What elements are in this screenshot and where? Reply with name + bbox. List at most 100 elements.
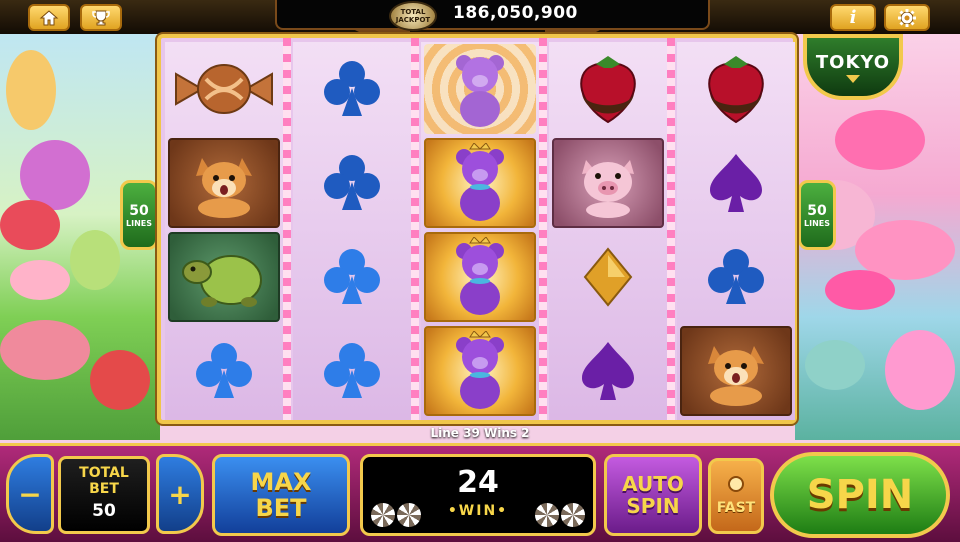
fast-toggle-button[interactable]: FAST — [708, 458, 764, 534]
bear-tile-gold — [424, 326, 536, 416]
reel-divider — [283, 38, 291, 420]
lines-count-right: 50 — [807, 202, 827, 219]
reel-2 — [293, 42, 411, 420]
reel-3 — [421, 42, 539, 420]
lines-label-left: LINES — [126, 218, 152, 228]
club-icon — [324, 249, 380, 304]
club-icon — [324, 343, 380, 398]
symbol-club — [165, 324, 283, 418]
jackpot-value: 186,050,900 — [453, 3, 578, 23]
max-bet-button[interactable]: MAX BET — [212, 454, 350, 536]
symbol-purple-bear — [421, 42, 539, 136]
fast-label: FAST — [716, 500, 756, 516]
dog-tile — [168, 138, 280, 228]
lines-badge-right: 50 LINES — [798, 180, 836, 250]
bear-tile-gold — [424, 232, 536, 322]
symbol-strawberry — [549, 42, 667, 136]
turtle-icon — [182, 255, 262, 307]
symbol-club — [293, 136, 411, 230]
total-bet-value: 50 — [92, 501, 116, 521]
spade-icon — [710, 154, 762, 212]
bear-tile — [424, 44, 536, 134]
club-icon — [708, 249, 764, 304]
top-bar: TOTAL JACKPOT 186,050,900 i — [0, 0, 960, 34]
reel-1 — [165, 42, 283, 420]
total-bet-display: TOTAL BET 50 — [58, 456, 150, 534]
symbol-pig — [549, 136, 667, 230]
lollipop-icon — [561, 503, 585, 527]
symbol-dog — [677, 324, 795, 418]
home-button[interactable] — [28, 4, 70, 31]
lines-label-right: LINES — [804, 218, 830, 228]
home-icon — [39, 9, 59, 25]
info-button[interactable]: i — [830, 4, 876, 31]
total-jackpot-display: TOTAL JACKPOT 186,050,900 — [275, 0, 710, 31]
trophy-button[interactable] — [80, 4, 122, 31]
reel-divider — [667, 38, 675, 420]
symbol-club — [293, 324, 411, 418]
symbol-spade — [677, 136, 795, 230]
club-icon — [324, 155, 380, 210]
symbol-club — [293, 42, 411, 136]
max-bet-label-1: MAX — [250, 468, 312, 496]
pig-tile — [552, 138, 664, 228]
purple-bear-icon — [456, 331, 504, 409]
trophy-icon — [92, 10, 110, 25]
corgi-icon — [196, 158, 252, 218]
auto-spin-label-1: AUTO — [622, 472, 684, 496]
toggle-knob-icon — [728, 476, 744, 492]
lollipop-icon — [397, 503, 421, 527]
bottom-control-bar: − TOTAL BET 50 + MAX BET 24 •WIN• AUTO S… — [0, 443, 960, 542]
tokyo-label: TOKYO — [815, 51, 891, 73]
minus-icon: − — [18, 477, 42, 511]
total-bet-label-1: TOTAL — [79, 465, 129, 481]
purple-bear-icon — [456, 55, 504, 127]
symbol-dog — [165, 136, 283, 230]
bear-tile-gold — [424, 138, 536, 228]
pig-icon — [582, 160, 634, 218]
club-icon — [196, 343, 252, 398]
spin-label: SPIN — [806, 472, 914, 518]
chevron-down-icon — [846, 74, 860, 83]
tokyo-theme-badge[interactable]: TOKYO — [803, 34, 903, 100]
symbol-turtle — [165, 230, 283, 324]
symbol-spade — [549, 324, 667, 418]
purple-bear-icon — [456, 143, 504, 221]
reel-frame — [157, 34, 797, 424]
symbol-purple-bear-gold — [421, 136, 539, 230]
symbol-club — [677, 230, 795, 324]
reel-5 — [677, 42, 795, 420]
symbol-strawberry — [677, 42, 795, 136]
lines-badge-left: 50 LINES — [120, 180, 158, 250]
symbol-purple-bear-gold — [421, 230, 539, 324]
spin-button[interactable]: SPIN — [770, 452, 950, 538]
reel-divider — [539, 38, 547, 420]
win-line-status: Line 39 Wins 2 — [430, 426, 530, 440]
total-jackpot-badge: TOTAL JACKPOT — [389, 1, 437, 31]
decrease-bet-button[interactable]: − — [6, 454, 54, 534]
chocolate-strawberry-icon — [708, 56, 764, 124]
spade-icon — [582, 342, 634, 400]
reel-divider — [411, 38, 419, 420]
win-value: 24 — [457, 465, 499, 500]
corgi-icon — [708, 346, 764, 406]
lollipop-icon — [535, 503, 559, 527]
total-bet-label-2: BET — [89, 481, 119, 497]
settings-button[interactable] — [884, 4, 930, 31]
symbol-candy — [165, 42, 283, 136]
reel-4 — [549, 42, 667, 420]
auto-spin-button[interactable]: AUTO SPIN — [604, 454, 702, 536]
symbol-diamond — [549, 230, 667, 324]
increase-bet-button[interactable]: + — [156, 454, 204, 534]
jackpot-badge-line1: TOTAL — [400, 8, 426, 16]
symbol-purple-bear-gold — [421, 324, 539, 418]
symbol-club — [293, 230, 411, 324]
club-icon — [324, 61, 380, 116]
gear-icon — [898, 8, 916, 27]
wrapped-candy-icon — [175, 64, 273, 114]
lines-count-left: 50 — [129, 202, 149, 219]
turtle-tile — [168, 232, 280, 322]
win-display: 24 •WIN• — [360, 454, 596, 536]
auto-spin-label-2: SPIN — [626, 494, 680, 518]
lollipop-icon — [371, 503, 395, 527]
